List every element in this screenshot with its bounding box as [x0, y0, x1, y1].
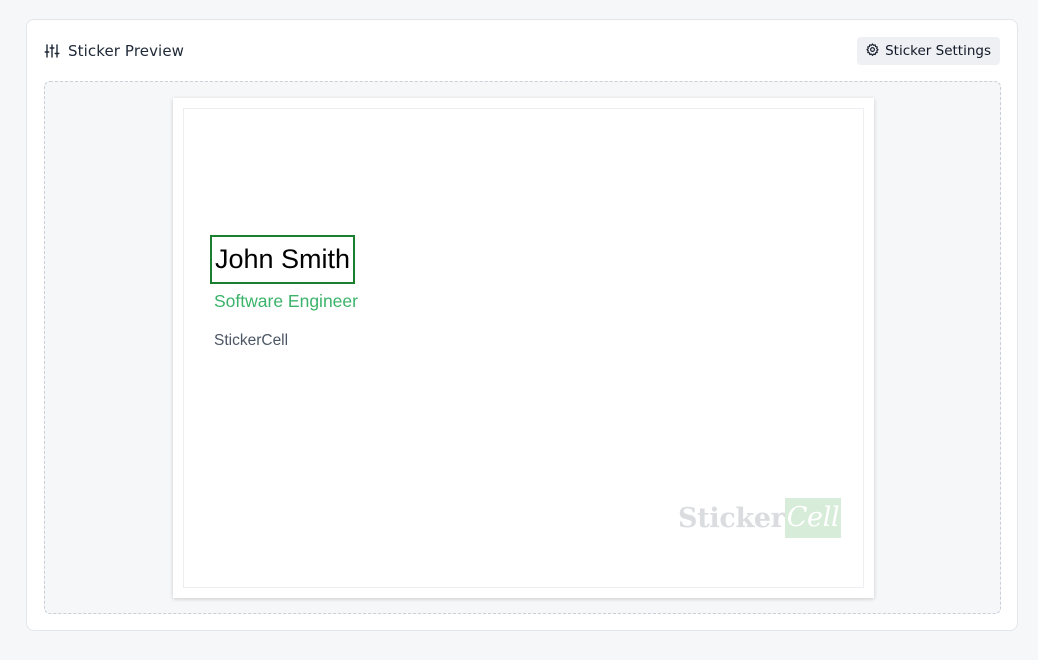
page-title: Sticker Preview	[68, 42, 185, 60]
card-header: Sticker Preview Sticker Settings	[44, 37, 1000, 65]
watermark-part1: Sticker	[678, 502, 785, 534]
sticker-settings-label: Sticker Settings	[885, 43, 991, 59]
sticker-settings-button[interactable]: Sticker Settings	[857, 37, 1000, 65]
sticker-preview-card: Sticker Preview Sticker Settings John Sm…	[26, 19, 1018, 631]
gear-icon	[866, 42, 879, 60]
preview-area: John Smith Software Engineer StickerCell…	[44, 81, 1001, 614]
sticker-role-field[interactable]: Software Engineer	[214, 291, 358, 312]
sticker-name-field[interactable]: John Smith	[210, 235, 356, 284]
watermark-part2: Cell	[784, 498, 842, 538]
sticker-canvas: John Smith Software Engineer StickerCell…	[173, 98, 874, 598]
title-wrap: Sticker Preview	[44, 42, 184, 60]
sticker-company-field[interactable]: StickerCell	[214, 332, 288, 350]
sliders-icon	[44, 43, 60, 59]
stickercell-watermark-logo: Sticker Cell	[678, 498, 842, 538]
